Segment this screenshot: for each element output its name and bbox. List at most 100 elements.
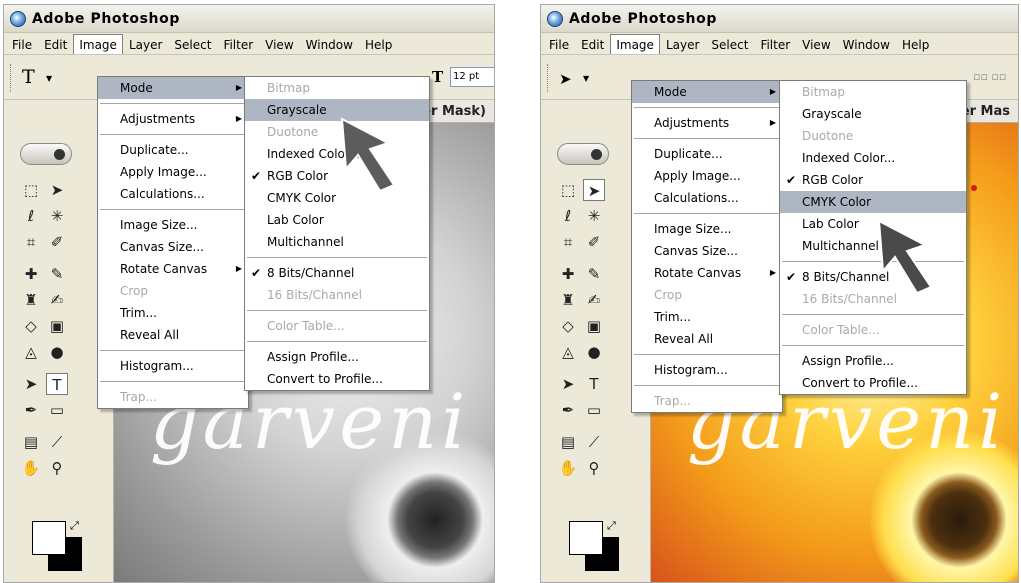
marquee-tool-icon[interactable]: ⬚ [557,179,579,201]
options-grip[interactable] [10,64,13,92]
menu-item-reveal-all[interactable]: Reveal All [98,324,248,346]
menu-item-mode[interactable]: Mode ▶ [632,81,782,103]
foreground-color-swatch[interactable] [32,521,66,555]
options-grip[interactable] [547,64,550,92]
hand-tool-icon[interactable]: ✋ [20,457,42,479]
menu-layer[interactable]: Layer [660,34,705,54]
swap-colors-icon[interactable]: ⤢ [607,519,616,533]
dodge-tool-icon[interactable]: ● [46,341,68,363]
mode-item-convert-to-profile[interactable]: Convert to Profile... [245,368,429,390]
menu-item-image-size[interactable]: Image Size... [98,214,248,236]
menu-edit[interactable]: Edit [575,34,610,54]
magic-wand-tool-icon[interactable]: ✳ [583,205,605,227]
menu-image[interactable]: Image [73,33,123,54]
move-tool-preset-icon[interactable]: ➤ [559,70,572,88]
zoom-tool-icon[interactable]: ⚲ [583,457,605,479]
history-brush-tool-icon[interactable]: ✍ [46,289,68,311]
type-tool-icon[interactable]: T [46,373,68,395]
mode-item-multichannel[interactable]: Multichannel [245,231,429,253]
slice-tool-icon[interactable]: ✐ [583,231,605,253]
menu-item-histogram[interactable]: Histogram... [98,355,248,377]
eraser-tool-icon[interactable]: ◇ [20,315,42,337]
gradient-tool-icon[interactable]: ▣ [46,315,68,337]
crop-tool-icon[interactable]: ⌗ [20,231,42,253]
menu-view[interactable]: View [796,34,836,54]
menu-filter[interactable]: Filter [217,34,259,54]
menu-help[interactable]: Help [896,34,935,54]
shape-tool-icon[interactable]: ▭ [46,399,68,421]
menu-item-canvas-size[interactable]: Canvas Size... [98,236,248,258]
chevron-down-icon[interactable]: ▼ [583,74,589,83]
lasso-tool-icon[interactable]: ℓ [557,205,579,227]
menu-item-apply-image[interactable]: Apply Image... [98,161,248,183]
menu-view[interactable]: View [259,34,299,54]
mode-item-assign-profile[interactable]: Assign Profile... [245,346,429,368]
menu-item-duplicate[interactable]: Duplicate... [632,143,782,165]
brush-tool-icon[interactable]: ✎ [46,263,68,285]
menu-item-reveal-all[interactable]: Reveal All [632,328,782,350]
path-selection-tool-icon[interactable]: ➤ [20,373,42,395]
clone-stamp-tool-icon[interactable]: ♜ [20,289,42,311]
foreground-color-swatch[interactable] [569,521,603,555]
menu-item-rotate-canvas[interactable]: Rotate Canvas ▶ [98,258,248,280]
shape-tool-icon[interactable]: ▭ [583,399,605,421]
zoom-tool-icon[interactable]: ⚲ [46,457,68,479]
healing-brush-tool-icon[interactable]: ✚ [20,263,42,285]
menu-item-trim[interactable]: Trim... [632,306,782,328]
pen-tool-icon[interactable]: ✒ [20,399,42,421]
menu-item-histogram[interactable]: Histogram... [632,359,782,381]
menu-item-image-size[interactable]: Image Size... [632,218,782,240]
eyedropper-tool-icon[interactable]: ⟋ [583,431,605,453]
menu-select[interactable]: Select [168,34,217,54]
menu-help[interactable]: Help [359,34,398,54]
mode-item-cmyk-color[interactable]: CMYK Color [780,191,966,213]
eyedropper-tool-icon[interactable]: ⟋ [46,431,68,453]
type-tool-preset-icon[interactable]: T [22,66,35,88]
blur-tool-icon[interactable]: ◬ [557,341,579,363]
mode-item-8-bits[interactable]: ✔ 8 Bits/Channel [245,262,429,284]
crop-tool-icon[interactable]: ⌗ [557,231,579,253]
clone-stamp-tool-icon[interactable]: ♜ [557,289,579,311]
menu-edit[interactable]: Edit [38,34,73,54]
menu-item-adjustments[interactable]: Adjustments ▶ [632,112,782,134]
menu-item-calculations[interactable]: Calculations... [98,183,248,205]
swap-colors-icon[interactable]: ⤢ [70,519,79,533]
menu-item-mode[interactable]: Mode ▶ [98,77,248,99]
path-selection-tool-icon[interactable]: ➤ [557,373,579,395]
font-size-field[interactable]: 12 pt [450,67,494,87]
align-icons[interactable]: ▫▫ ▫▫ [973,70,1006,83]
menu-layer[interactable]: Layer [123,34,168,54]
menu-window[interactable]: Window [300,34,359,54]
magic-wand-tool-icon[interactable]: ✳ [46,205,68,227]
menu-item-rotate-canvas[interactable]: Rotate Canvas ▶ [632,262,782,284]
healing-brush-tool-icon[interactable]: ✚ [557,263,579,285]
mode-item-convert-to-profile[interactable]: Convert to Profile... [780,372,966,394]
menu-file[interactable]: File [543,34,575,54]
mode-item-assign-profile[interactable]: Assign Profile... [780,350,966,372]
eraser-tool-icon[interactable]: ◇ [557,315,579,337]
chevron-down-icon[interactable]: ▼ [46,74,52,83]
menu-select[interactable]: Select [705,34,754,54]
mode-item-grayscale[interactable]: Grayscale [780,103,966,125]
brush-tool-icon[interactable]: ✎ [583,263,605,285]
type-tool-icon[interactable]: T [583,373,605,395]
menu-item-calculations[interactable]: Calculations... [632,187,782,209]
menu-window[interactable]: Window [837,34,896,54]
menu-item-canvas-size[interactable]: Canvas Size... [632,240,782,262]
slice-tool-icon[interactable]: ✐ [46,231,68,253]
lasso-tool-icon[interactable]: ℓ [20,205,42,227]
menu-filter[interactable]: Filter [754,34,796,54]
move-tool-icon[interactable]: ➤ [46,179,68,201]
menu-item-apply-image[interactable]: Apply Image... [632,165,782,187]
history-brush-tool-icon[interactable]: ✍ [583,289,605,311]
move-tool-icon[interactable]: ➤ [583,179,605,201]
menu-item-trim[interactable]: Trim... [98,302,248,324]
notes-tool-icon[interactable]: ▤ [20,431,42,453]
mode-item-rgb-color[interactable]: ✔ RGB Color [780,169,966,191]
mode-item-lab-color[interactable]: Lab Color [245,209,429,231]
blur-tool-icon[interactable]: ◬ [20,341,42,363]
menu-file[interactable]: File [6,34,38,54]
mode-item-indexed-color[interactable]: Indexed Color... [780,147,966,169]
marquee-tool-icon[interactable]: ⬚ [20,179,42,201]
notes-tool-icon[interactable]: ▤ [557,431,579,453]
